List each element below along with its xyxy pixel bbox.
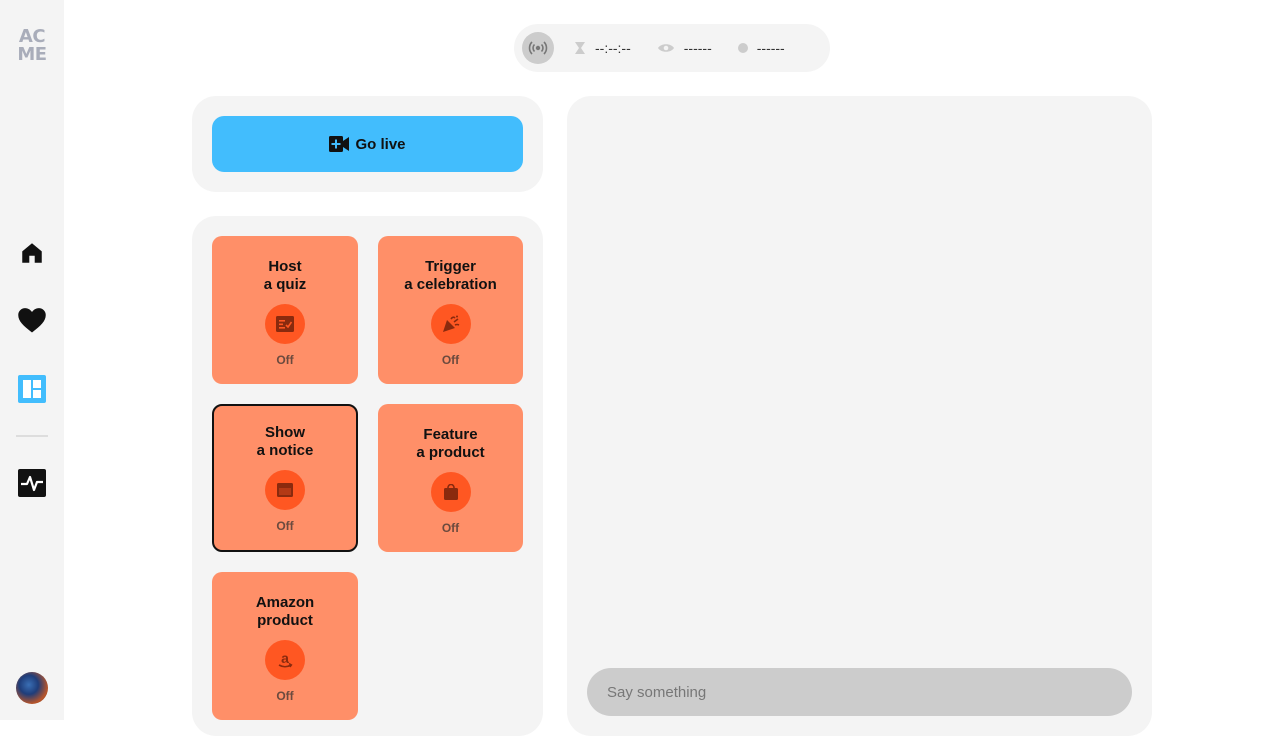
- card-title: Show a notice: [256, 424, 314, 459]
- quiz-icon: [276, 316, 294, 332]
- viewers-value: ------: [683, 40, 712, 56]
- sidebar-item-activity[interactable]: [16, 467, 48, 499]
- go-live-label: Go live: [355, 135, 406, 153]
- party-popper-icon: [442, 315, 459, 332]
- card-title: Host a quiz: [263, 258, 307, 293]
- dashboard-icon: [18, 375, 46, 403]
- viewers-stat: ------: [657, 40, 712, 56]
- sidebar-item-favorites[interactable]: [16, 304, 48, 336]
- shopping-bag-icon: [443, 484, 458, 500]
- card-title: Feature a product: [416, 426, 485, 461]
- trigger-celebration-card[interactable]: Trigger a celebration Off: [378, 236, 523, 384]
- card-status: Off: [276, 519, 294, 533]
- sidebar: AC ME: [0, 0, 64, 720]
- amazon-product-card[interactable]: Amazon product a Off: [212, 572, 358, 720]
- broadcast-indicator: [522, 32, 554, 64]
- chat-input[interactable]: [587, 668, 1132, 716]
- card-status: Off: [441, 521, 460, 535]
- hourglass-icon: [575, 42, 585, 54]
- feature-product-card[interactable]: Feature a product Off: [378, 404, 523, 552]
- video-plus-icon: [329, 136, 350, 152]
- sidebar-divider: [16, 435, 48, 437]
- svg-text:a: a: [281, 651, 289, 666]
- card-status: Off: [441, 353, 460, 367]
- card-title: Amazon product: [255, 594, 315, 629]
- heart-icon: [18, 308, 46, 333]
- card-status: Off: [276, 353, 294, 367]
- status-dot-icon: [737, 43, 748, 53]
- chat-panel: [567, 96, 1152, 736]
- card-title: Trigger a celebration: [404, 258, 497, 293]
- eye-icon: [657, 44, 674, 52]
- stream-status-bar: --:--:-- ------ ------: [514, 24, 830, 72]
- broadcast-icon: [528, 41, 548, 55]
- home-icon: [22, 243, 42, 263]
- show-notice-card[interactable]: Show a notice Off: [212, 404, 358, 552]
- acme-logo[interactable]: AC ME: [15, 28, 49, 64]
- connection-value: ------: [756, 40, 785, 56]
- sidebar-item-home[interactable]: [16, 237, 48, 269]
- duration-stat: --:--:--: [574, 40, 631, 56]
- avatar[interactable]: [16, 672, 48, 704]
- pulse-icon: [18, 469, 46, 497]
- card-status: Off: [276, 689, 294, 703]
- amazon-icon: a: [278, 651, 293, 668]
- duration-value: --:--:--: [595, 40, 631, 56]
- notice-icon: [277, 483, 293, 497]
- sidebar-item-dashboard[interactable]: [16, 373, 48, 405]
- connection-stat: ------: [737, 40, 785, 56]
- host-quiz-card[interactable]: Host a quiz Off: [212, 236, 358, 384]
- go-live-button[interactable]: Go live: [212, 116, 523, 172]
